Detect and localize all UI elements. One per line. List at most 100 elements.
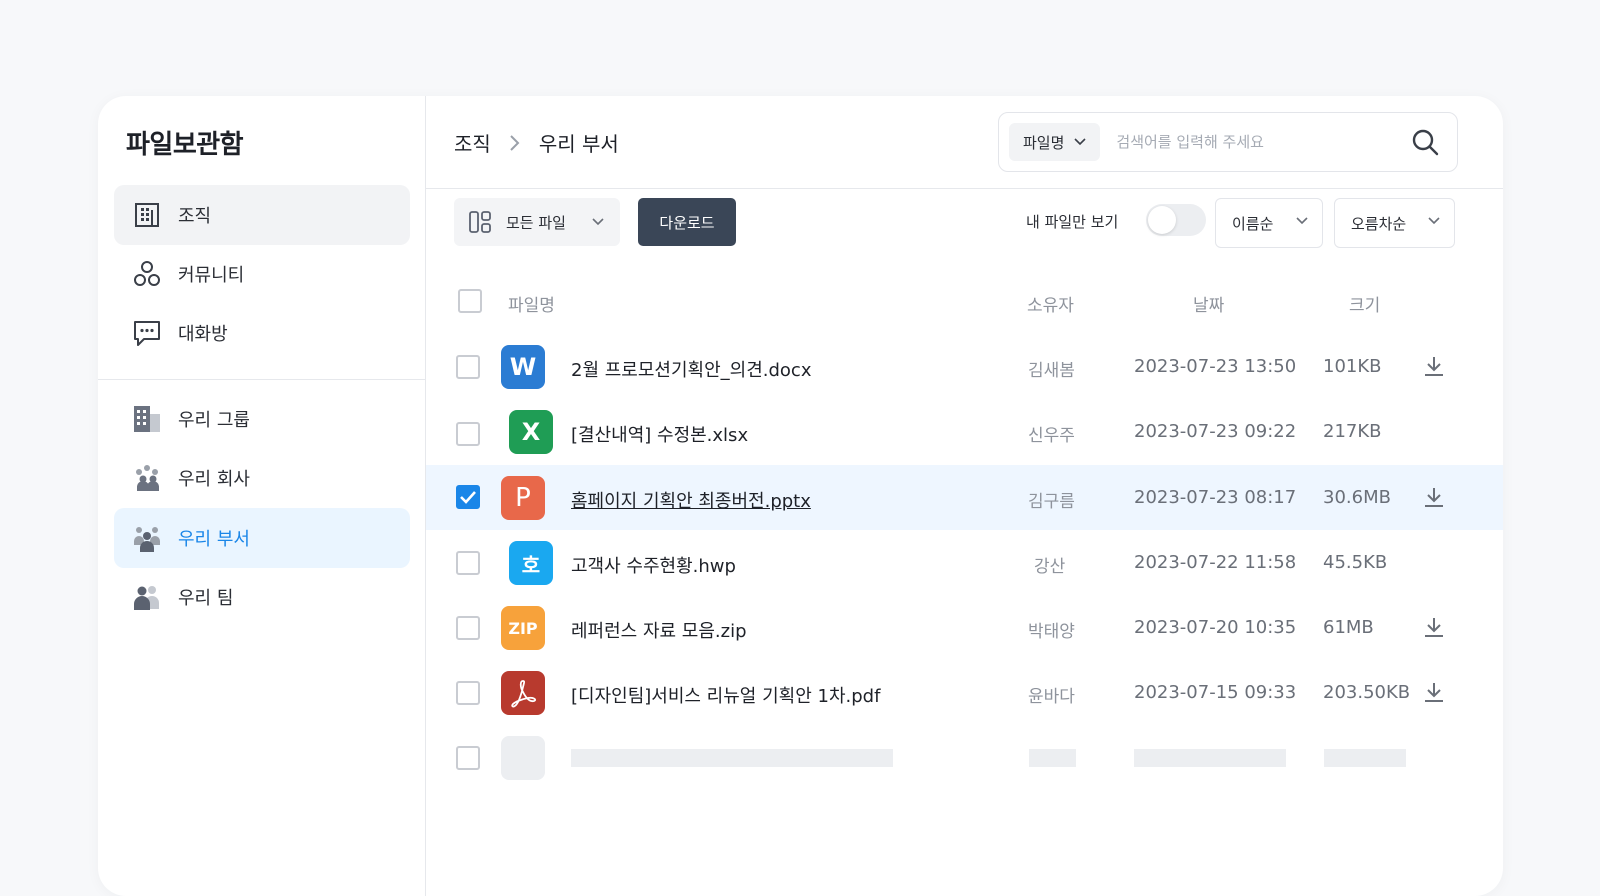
table-row[interactable]: 호 고객사 수주현황.hwp 강산 2023-07-22 11:58 45.5K… (426, 530, 1503, 595)
file-owner: 신우주 (1028, 426, 1075, 446)
sidebar-item-our-department[interactable]: 우리 부서 (114, 508, 410, 568)
row-checkbox[interactable] (456, 355, 480, 379)
main-content: 조직 우리 부서 파일명 검색어를 입력해 주세요 모든 파일 다운로드 내 파… (426, 96, 1503, 896)
sidebar-item-label: 커뮤니티 (178, 265, 245, 286)
file-name[interactable]: [결산내역] 수정본.xlsx (571, 421, 748, 447)
table-row[interactable]: [디자인팀]서비스 리뉴얼 기획안 1차.pdf 윤바다 2023-07-15 … (426, 660, 1503, 725)
sidebar-item-community[interactable]: 커뮤니티 (114, 244, 410, 304)
file-filter-dropdown[interactable]: 모든 파일 (454, 198, 620, 246)
search-button[interactable] (1405, 122, 1445, 162)
sidebar-title: 파일보관함 (126, 130, 244, 160)
department-people-icon (132, 523, 162, 553)
file-date: 2023-07-20 10:35 (1134, 617, 1297, 638)
download-icon[interactable] (1422, 354, 1446, 378)
file-name[interactable]: 고객사 수주현황.hwp (571, 552, 736, 578)
row-checkbox[interactable] (456, 746, 480, 770)
placeholder-owner (1029, 749, 1076, 767)
group-building-icon (132, 404, 162, 434)
search-bar: 파일명 (998, 112, 1458, 172)
header-name[interactable]: 파일명 (508, 291, 555, 316)
powerpoint-file-icon: P (501, 476, 545, 520)
sidebar-item-our-team[interactable]: 우리 팀 (114, 567, 410, 627)
file-filter-label: 모든 파일 (506, 213, 566, 232)
chevron-down-icon (1074, 138, 1086, 146)
row-checkbox[interactable] (456, 551, 480, 575)
sidebar-divider (98, 379, 426, 380)
sidebar-item-our-group[interactable]: 우리 그룹 (114, 389, 410, 449)
top-bar: 조직 우리 부서 파일명 (426, 96, 1503, 189)
file-date: 2023-07-22 11:58 (1134, 552, 1297, 573)
download-button[interactable]: 다운로드 (638, 198, 736, 246)
download-icon[interactable] (1422, 615, 1446, 639)
community-icon (132, 259, 162, 289)
file-size: 30.6MB (1323, 487, 1391, 508)
header-size[interactable]: 크기 (1349, 291, 1380, 316)
file-name[interactable]: [디자인팀]서비스 리뉴얼 기획안 1차.pdf (571, 682, 880, 708)
file-owner: 김구름 (1028, 492, 1075, 512)
file-name[interactable]: 홈페이지 기획안 최종버전.pptx (571, 487, 811, 513)
search-filter-label: 파일명 (1023, 133, 1065, 152)
my-files-toggle[interactable] (1146, 204, 1206, 236)
zip-file-icon: ZIP (501, 606, 545, 650)
search-input[interactable] (1116, 133, 1405, 151)
order-dropdown[interactable]: 오름차순 (1334, 198, 1455, 248)
file-owner: 강산 (1034, 557, 1066, 577)
row-checkbox[interactable] (456, 422, 480, 446)
file-size: 203.50KB (1323, 682, 1411, 703)
chevron-down-icon (1296, 217, 1308, 225)
file-date: 2023-07-15 09:33 (1134, 682, 1297, 703)
building-icon (132, 200, 162, 230)
team-people-icon (132, 582, 162, 612)
file-size: 217KB (1323, 421, 1382, 442)
company-people-icon (132, 463, 162, 493)
pdf-file-icon (501, 671, 545, 715)
file-date: 2023-07-23 09:22 (1134, 421, 1297, 442)
row-checkbox-checked[interactable] (456, 485, 480, 509)
file-name[interactable]: 레퍼런스 자료 모음.zip (571, 617, 747, 643)
table-header: 파일명 소유자 날짜 크기 (426, 289, 1503, 329)
table-row-placeholder (426, 725, 1503, 790)
row-checkbox[interactable] (456, 681, 480, 705)
sidebar-item-label: 우리 팀 (178, 588, 234, 609)
table-row-selected[interactable]: P 홈페이지 기획안 최종버전.pptx 김구름 2023-07-23 08:1… (426, 465, 1503, 530)
select-all-checkbox[interactable] (458, 289, 482, 313)
chevron-right-icon (509, 134, 521, 152)
sidebar-item-label: 대화방 (178, 324, 228, 345)
chat-icon (132, 318, 162, 348)
search-icon (1412, 129, 1439, 156)
file-size: 45.5KB (1323, 552, 1388, 573)
sidebar-item-organization[interactable]: 조직 (114, 185, 410, 245)
table-row[interactable]: W 2월 프로모션기획안_의견.docx 김새봄 2023-07-23 13:5… (426, 334, 1503, 399)
placeholder-size (1324, 749, 1406, 767)
row-checkbox[interactable] (456, 616, 480, 640)
placeholder-file-icon (501, 736, 545, 780)
sidebar-item-label: 우리 부서 (178, 529, 250, 550)
breadcrumb: 조직 우리 부서 (454, 128, 619, 157)
header-owner[interactable]: 소유자 (1027, 291, 1074, 316)
sidebar: 파일보관함 조직 커뮤니티 대화방 우리 그룹 우리 회사 우리 부서 우리 팀 (98, 96, 426, 896)
file-owner: 윤바다 (1028, 687, 1075, 707)
sidebar-item-label: 우리 그룹 (178, 410, 250, 431)
excel-file-icon: X (509, 410, 553, 454)
chevron-down-icon (1428, 217, 1440, 225)
file-name[interactable]: 2월 프로모션기획안_의견.docx (571, 356, 811, 382)
placeholder-name (571, 749, 893, 767)
search-filter-select[interactable]: 파일명 (1009, 123, 1101, 161)
download-icon[interactable] (1422, 485, 1446, 509)
sidebar-item-chat[interactable]: 대화방 (114, 303, 410, 363)
layout-icon (468, 210, 492, 234)
sort-label: 이름순 (1232, 214, 1274, 233)
hwp-file-icon: 호 (509, 541, 553, 585)
word-file-icon: W (501, 345, 545, 389)
header-date[interactable]: 날짜 (1193, 291, 1224, 316)
file-storage-panel: 파일보관함 조직 커뮤니티 대화방 우리 그룹 우리 회사 우리 부서 우리 팀… (98, 96, 1503, 896)
sidebar-item-our-company[interactable]: 우리 회사 (114, 448, 410, 508)
breadcrumb-current: 우리 부서 (538, 132, 619, 156)
sort-dropdown[interactable]: 이름순 (1215, 198, 1323, 248)
table-row[interactable]: X [결산내역] 수정본.xlsx 신우주 2023-07-23 09:22 2… (426, 399, 1503, 464)
order-label: 오름차순 (1351, 214, 1407, 233)
breadcrumb-root[interactable]: 조직 (454, 128, 491, 157)
table-row[interactable]: ZIP 레퍼런스 자료 모음.zip 박태양 2023-07-20 10:35 … (426, 595, 1503, 660)
download-icon[interactable] (1422, 680, 1446, 704)
file-owner: 김새봄 (1028, 361, 1075, 381)
